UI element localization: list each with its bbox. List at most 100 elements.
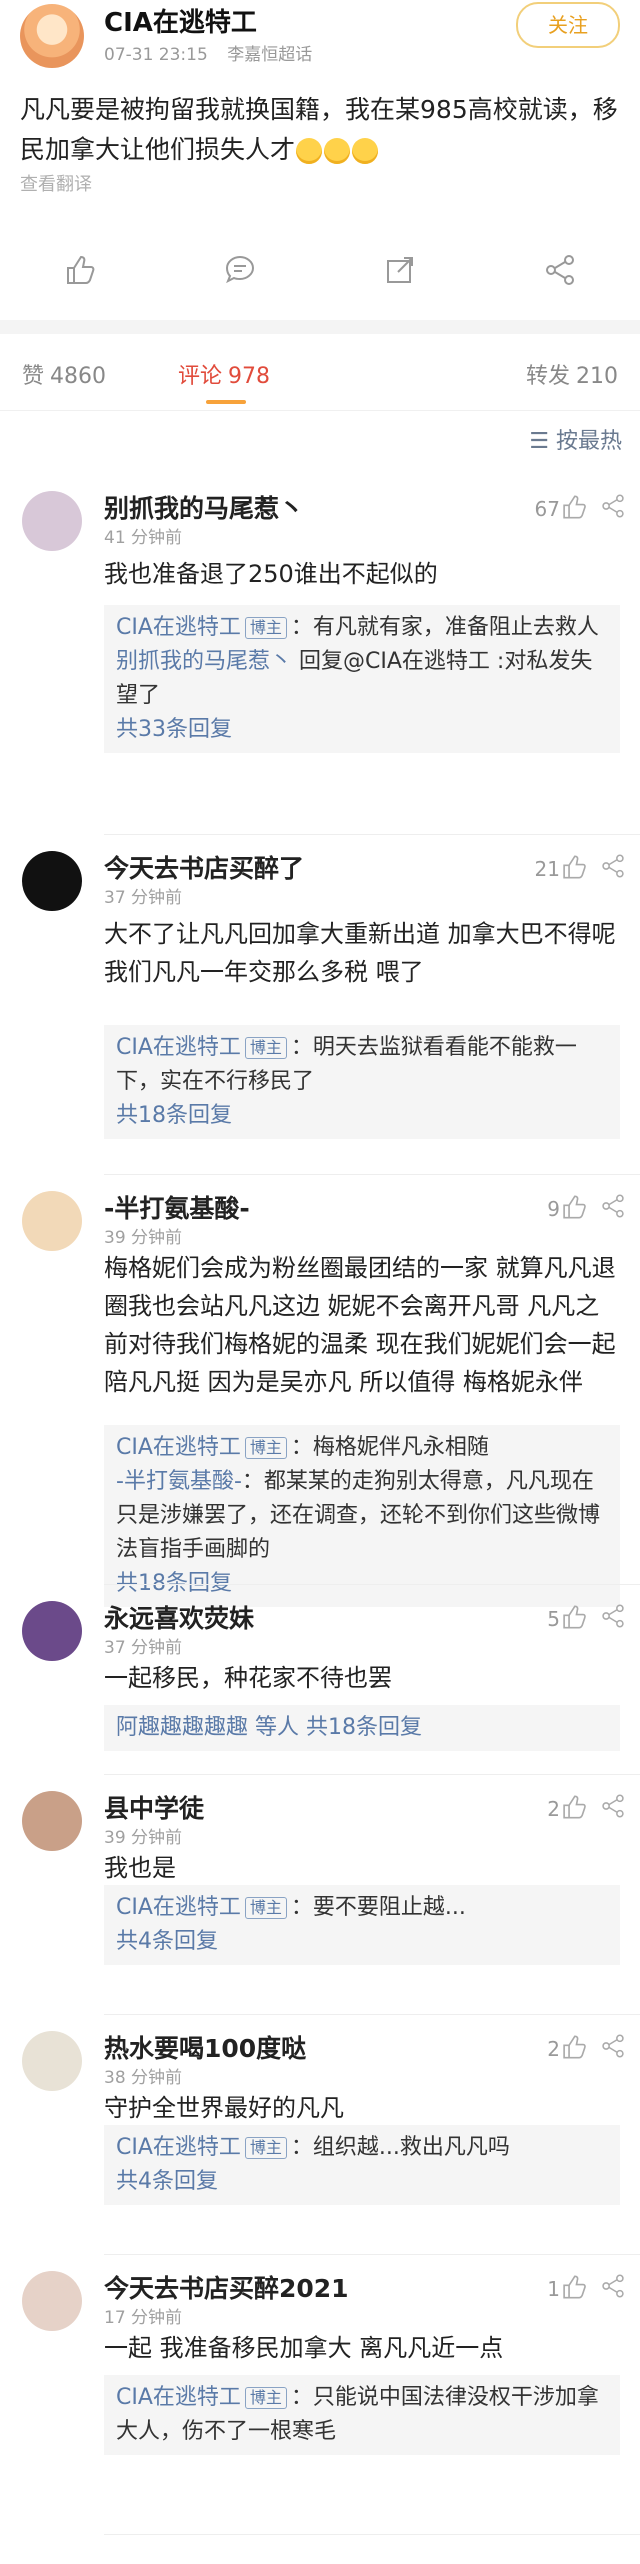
emoji-icon [296,138,323,164]
commenter-name[interactable]: 今天去书店买醉2021 [104,2269,349,2305]
comment-item: 县中学徒 39 分钟前 2 我也是 CIA在逃特工 博主 ：要不要阻止越... 共4条回复 [0,1775,640,2015]
comment-text: 梅格妮们会成为粉丝圈最团结的一家 就算凡凡退圈我也会站凡凡这边 妮妮不会离开凡哥… [104,1254,616,1396]
reply-item[interactable]: 别抓我的马尾惹丶 回复@CIA在逃特工 :对私发失望了 [116,645,608,713]
commenter-avatar[interactable] [22,1791,82,1851]
author-tag: 博主 [244,1437,287,1459]
like-icon[interactable] [560,2273,588,2305]
reply-author[interactable]: CIA在逃特工 [116,1035,241,1060]
reply-box: CIA在逃特工 博主 ：组织越...救出凡凡吗共4条回复 [104,2125,620,2205]
commenter-name[interactable]: 县中学徒 [104,1789,204,1825]
share-icon[interactable] [530,240,590,300]
emoji-icon [352,138,379,164]
reply-box: CIA在逃特工 博主 ：有凡就有家，准备阻止去救人 别抓我的马尾惹丶 回复@CIA在逃… [104,605,620,753]
reply-item[interactable]: CIA在逃特工 博主 ：要不要阻止越... [116,1891,608,1925]
like-count: 2 [547,1797,560,1821]
sort-button[interactable]: ☰ 按最热 [529,423,622,455]
reply-item[interactable]: -半打氨基酸-：都某某的走狗别太得意，凡凡现在只是涉嫌罢了，还在调查，还轮不到你… [116,1465,608,1567]
reply-author[interactable]: 阿趣趣趣趣趣 [116,1715,255,1740]
more-replies-link[interactable]: 等人 共18条回复 [255,1715,422,1740]
post-text: 凡凡要是被拘留我就换国籍，我在某985高校就读，移民加拿大让他们损失人才 [20,95,618,164]
reply-author[interactable]: -半打氨基酸- [116,1469,242,1494]
reply-item[interactable]: CIA在逃特工 博主 ：有凡就有家，准备阻止去救人 [116,611,608,645]
more-replies-link[interactable]: 共18条回复 [116,1103,232,1128]
share-icon[interactable] [600,1603,626,1633]
share-icon[interactable] [600,853,626,883]
reply-text: ：组织越...救出凡凡吗 [290,2135,510,2160]
like-count: 67 [534,497,560,521]
comment-icon[interactable] [210,240,270,300]
more-replies-link[interactable]: 共4条回复 [116,2169,218,2194]
reply-box: CIA在逃特工 博主 ：梅格妮伴凡永相随 -半打氨基酸-：都某某的走狗别太得意，凡凡现… [104,1425,620,1607]
more-replies-row[interactable]: 共4条回复 [116,2165,608,2199]
like-count: 5 [547,1607,560,1631]
like-count: 1 [547,2277,560,2301]
like-icon[interactable] [560,2033,588,2065]
commenter-name[interactable]: 别抓我的马尾惹丶 [104,489,304,525]
comment-item: -半打氨基酸- 39 分钟前 9 梅格妮们会成为粉丝圈最团结的一家 就算凡凡退圈我也会… [0,1175,640,1607]
more-replies-row[interactable]: 共18条回复 [116,1099,608,1133]
comment-time: 38 分钟前 [104,2068,183,2088]
emoji-icon [324,138,351,164]
reply-author[interactable]: CIA在逃特工 [116,615,241,640]
commenter-avatar[interactable] [22,491,82,551]
comments-tab[interactable]: 评论 978 [178,358,270,404]
comment-text: 大不了让凡凡回加拿大重新出道 加拿大巴不得呢 我们凡凡一年交那么多税 喂了 [104,920,616,986]
topic-badge[interactable]: 李嘉恒超话 [227,45,312,65]
commenter-name[interactable]: 永远喜欢荧妹 [104,1599,254,1635]
share-icon[interactable] [600,2033,626,2063]
reply-author[interactable]: CIA在逃特工 [116,2385,241,2410]
author-avatar[interactable] [20,4,84,68]
more-replies-row[interactable]: 共4条回复 [116,1925,608,1959]
translate-link[interactable]: 查看翻译 [20,170,92,196]
divider [104,2534,640,2535]
share-icon[interactable] [600,1793,626,1823]
reply-box: 阿趣趣趣趣趣 等人 共18条回复 [104,1705,620,1751]
reply-author[interactable]: CIA在逃特工 [116,1435,241,1460]
author-tag: 博主 [244,2387,287,2409]
author-tag: 博主 [244,2137,287,2159]
reply-author[interactable]: CIA在逃特工 [116,1895,241,1920]
reply-item[interactable]: CIA在逃特工 博主 ：明天去监狱看看能不能救一下，实在不行移民了 [116,1031,608,1099]
comment-text: 一起 我准备移民加拿大 离凡凡近一点 [104,2334,504,2362]
reply-item[interactable]: CIA在逃特工 博主 ：组织越...救出凡凡吗 [116,2131,608,2165]
reply-author[interactable]: CIA在逃特工 [116,2135,241,2160]
likes-stat[interactable]: 赞 4860 [22,358,106,390]
reposts-stat[interactable]: 转发 210 [526,358,618,390]
comment-text: 我也准备退了250谁出不起似的 [104,560,438,588]
repost-icon[interactable] [370,240,430,300]
post-meta: 07-31 23:15 李嘉恒超话 [104,40,326,65]
commenter-avatar[interactable] [22,2271,82,2331]
like-icon[interactable] [560,1193,588,1225]
more-replies-link[interactable]: 共4条回复 [116,1929,218,1954]
like-icon[interactable] [560,493,588,525]
commenter-avatar[interactable] [22,851,82,911]
comment-time: 17 分钟前 [104,2308,183,2328]
like-icon[interactable] [50,240,110,300]
share-icon[interactable] [600,1193,626,1223]
like-icon[interactable] [560,1603,588,1635]
author-name[interactable]: CIA在逃特工 [104,2,257,39]
commenter-name[interactable]: -半打氨基酸- [104,1189,250,1225]
more-replies-link[interactable]: 共33条回复 [116,717,232,742]
reply-item[interactable]: CIA在逃特工 博主 ：梅格妮伴凡永相随 [116,1431,608,1465]
commenter-avatar[interactable] [22,1191,82,1251]
follow-button[interactable]: 关注 [516,2,620,48]
commenter-avatar[interactable] [22,1601,82,1661]
more-replies-row[interactable]: 共33条回复 [116,713,608,747]
commenter-name[interactable]: 今天去书店买醉了 [104,849,304,885]
like-icon[interactable] [560,1793,588,1825]
reply-text: ：梅格妮伴凡永相随 [290,1435,489,1460]
share-icon[interactable] [600,2273,626,2303]
like-icon[interactable] [560,853,588,885]
share-icon[interactable] [600,493,626,523]
reply-author[interactable]: 别抓我的马尾惹丶 [116,649,292,674]
action-bar [0,220,640,334]
author-tag: 博主 [244,1037,287,1059]
commenter-name[interactable]: 热水要喝100度哒 [104,2029,306,2065]
post-date: 07-31 23:15 [104,45,208,65]
post-body: 凡凡要是被拘留我就换国籍，我在某985高校就读，移民加拿大让他们损失人才 查看翻… [0,95,640,220]
author-tag: 博主 [244,1897,287,1919]
reply-item[interactable]: CIA在逃特工 博主 ：只能说中国法律没权干涉加拿大人，伤不了一根寒毛 [116,2381,608,2449]
commenter-avatar[interactable] [22,2031,82,2091]
stats-bar: 赞 4860 评论 978 转发 210 [0,334,640,411]
